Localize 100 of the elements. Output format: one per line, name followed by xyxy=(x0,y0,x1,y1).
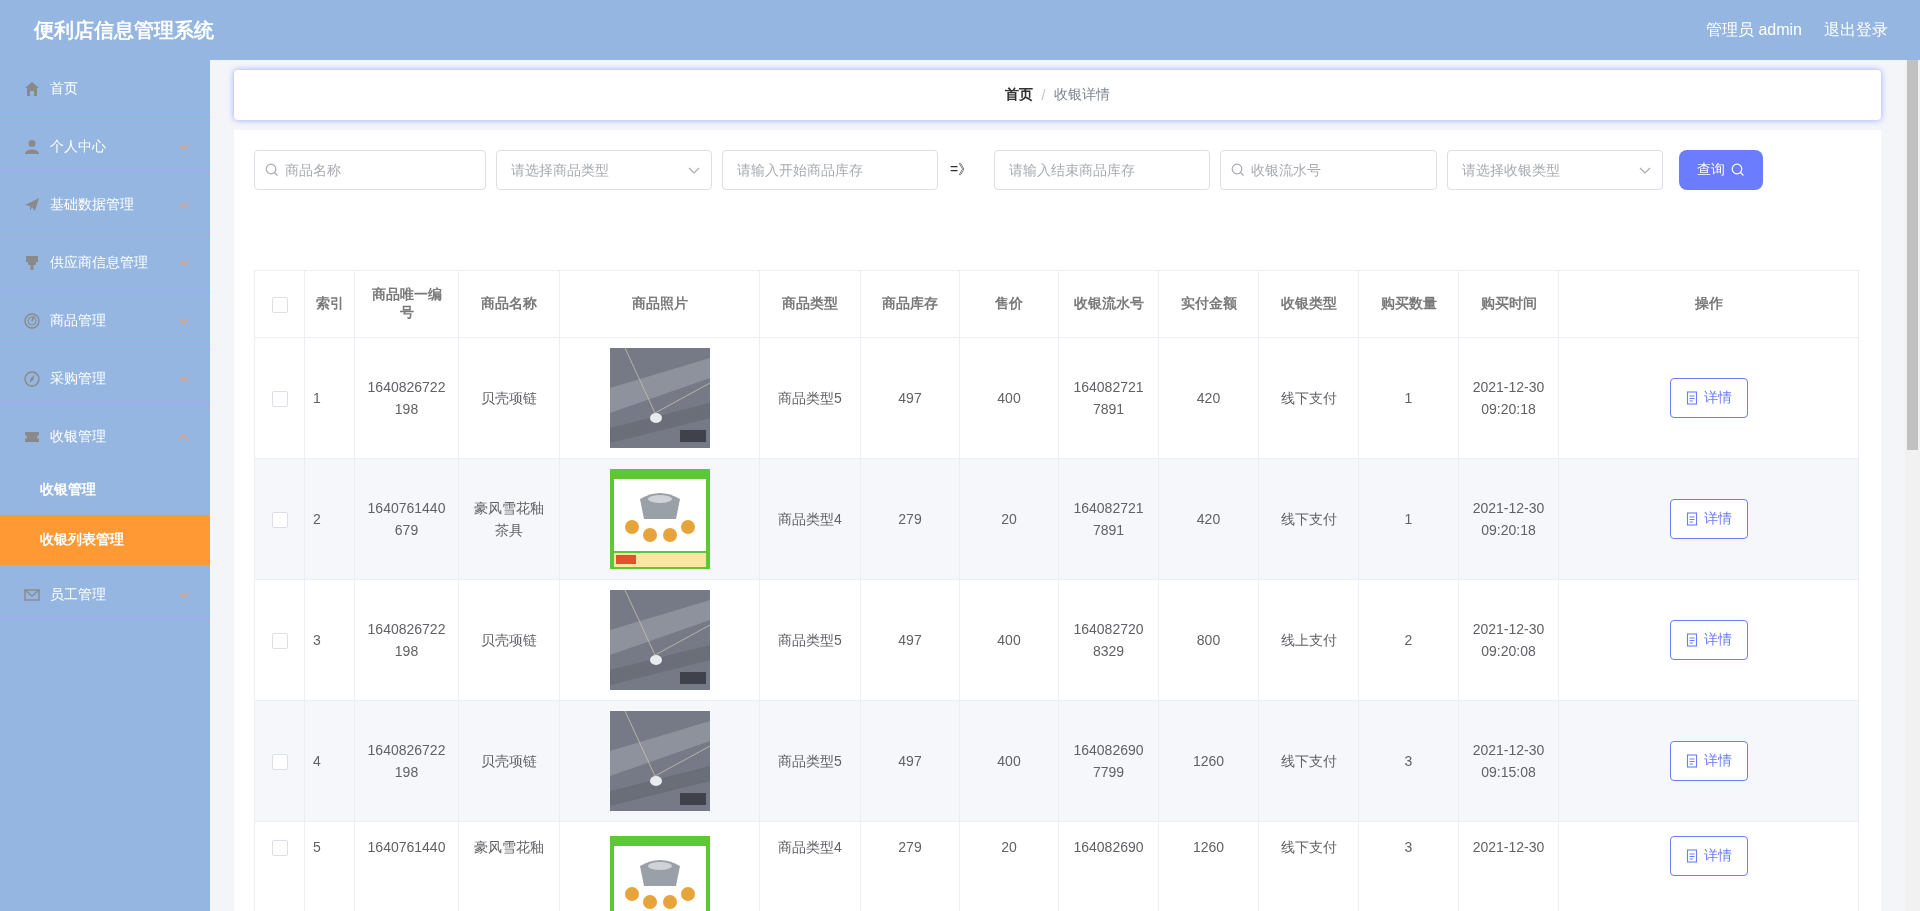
table-cell-text: 420 xyxy=(1196,510,1221,529)
search-field[interactable]: 商品名称 xyxy=(254,150,486,190)
search-icon xyxy=(1231,163,1246,177)
table-cell-text: 2021-12-30 09:15:08 xyxy=(1471,741,1546,782)
sidebar-item[interactable]: 首页 xyxy=(0,60,210,118)
details-button[interactable]: 详情 xyxy=(1669,741,1748,781)
select-all-checkbox[interactable] xyxy=(271,296,288,313)
search-icon xyxy=(265,163,279,177)
table-cell-text: 豪风雪花釉茶具 xyxy=(474,499,544,540)
document-icon xyxy=(1685,633,1698,647)
column-header: 索引 xyxy=(315,295,344,313)
column-header: 商品类型 xyxy=(782,295,838,313)
table-cell-text: 豪风雪花釉 xyxy=(474,838,544,857)
details-button[interactable]: 详情 xyxy=(1669,620,1748,660)
search-field[interactable]: 收银流水号 xyxy=(1220,150,1438,190)
input-field[interactable]: 请输入结束商品库存 xyxy=(994,150,1211,190)
table-cell-text: 线下支付 xyxy=(1280,752,1337,771)
row-checkbox[interactable] xyxy=(271,840,288,857)
table-cell-text: 3 xyxy=(1404,838,1413,857)
input-field[interactable]: 请输入开始商品库存 xyxy=(722,150,938,190)
table-cell-text: 400 xyxy=(997,752,1021,771)
document-icon xyxy=(1685,391,1698,405)
sidebar-item[interactable]: 商品管理 xyxy=(0,292,210,350)
column-header: 售价 xyxy=(995,295,1023,313)
table-cell-text: 线下支付 xyxy=(1280,389,1337,408)
table-cell-text: 2 xyxy=(313,510,321,529)
breadcrumb-link[interactable]: 首页 xyxy=(1004,86,1033,104)
table-cell-text: 1260 xyxy=(1192,752,1225,771)
query-button[interactable]: 查询 xyxy=(1679,150,1764,190)
table-cell-text: 1640826722198 xyxy=(366,741,447,782)
table-cell-text: 497 xyxy=(898,752,922,771)
sidebar-item[interactable]: 供应商信息管理 xyxy=(0,234,210,292)
sidebar-item[interactable]: 采购管理 xyxy=(0,350,210,408)
table-cell-text: 1 xyxy=(1404,389,1413,408)
table-cell-text: 线上支付 xyxy=(1280,631,1337,650)
sidebar-subitem[interactable]: 收银管理 xyxy=(0,465,210,515)
row-checkbox[interactable] xyxy=(271,391,288,408)
table-cell-text: 4 xyxy=(313,752,321,771)
column-header: 购买数量 xyxy=(1380,295,1437,313)
compass-icon xyxy=(24,370,40,387)
breadcrumb-separator: / xyxy=(1041,87,1046,103)
select-field[interactable]: 请选择收银类型 xyxy=(1447,150,1664,190)
table-cell-text: 商品类型5 xyxy=(778,752,842,771)
table-cell-text: 线下支付 xyxy=(1280,838,1337,857)
table-cell-text: 商品类型5 xyxy=(778,631,842,650)
scrollbar[interactable] xyxy=(1905,60,1920,911)
table-cell-text: 2021-12-30 09:20:08 xyxy=(1471,620,1546,661)
table-cell-text: 800 xyxy=(1196,631,1221,650)
table-cell-text: 2 xyxy=(1404,631,1413,650)
table-cell-text: 1640761440679 xyxy=(366,499,447,540)
paper-plane-icon xyxy=(24,196,40,213)
details-button[interactable]: 详情 xyxy=(1669,378,1748,418)
row-checkbox[interactable] xyxy=(271,512,288,529)
user-icon xyxy=(24,138,40,155)
breadcrumb-current: 收银详情 xyxy=(1054,86,1111,104)
table-cell-text: 1640827217891 xyxy=(1072,499,1145,540)
table-cell-text: 贝壳项链 xyxy=(481,752,537,771)
gauge-icon xyxy=(24,312,40,329)
table-cell-text: 20 xyxy=(1001,838,1017,857)
table-cell-text: 1640827208329 xyxy=(1072,620,1145,661)
row-checkbox[interactable] xyxy=(271,633,288,650)
sidebar-subitem[interactable]: 收银列表管理 xyxy=(0,515,210,565)
table-cell-text: 贝壳项链 xyxy=(481,631,537,650)
document-icon xyxy=(1685,512,1698,526)
column-header: 商品照片 xyxy=(631,295,688,313)
table-cell-text: 420 xyxy=(1196,389,1221,408)
table-cell-text: 279 xyxy=(898,838,922,857)
sidebar-item[interactable]: 员工管理 xyxy=(0,566,210,624)
row-checkbox[interactable] xyxy=(271,754,288,771)
details-button[interactable]: 详情 xyxy=(1669,836,1748,876)
sidebar-item[interactable]: 个人中心 xyxy=(0,118,210,176)
table-cell-text: 1640826722198 xyxy=(366,378,447,419)
table-cell-text: 164082690 xyxy=(1073,838,1144,857)
table-cell-text: 1640826907799 xyxy=(1072,741,1145,782)
sidebar-item[interactable]: 基础数据管理 xyxy=(0,176,210,234)
document-icon xyxy=(1685,754,1698,768)
column-header: 购买时间 xyxy=(1480,295,1537,313)
document-icon xyxy=(1685,849,1698,863)
column-header: 收银流水号 xyxy=(1073,295,1144,313)
table-cell-text: 497 xyxy=(898,389,922,408)
sidebar-item[interactable]: 收银管理 xyxy=(0,408,210,465)
range-separator: =》 xyxy=(949,161,974,179)
table-cell-text: 400 xyxy=(997,389,1021,408)
column-header: 操作 xyxy=(1694,295,1723,313)
home-icon xyxy=(24,80,40,97)
table-cell-text: 3 xyxy=(1404,752,1413,771)
app-title: 便利店信息管理系统 xyxy=(34,17,214,43)
table-cell-text: 1 xyxy=(1404,510,1413,529)
table-cell-text: 3 xyxy=(313,631,321,650)
table-cell-text: 2021-12-30 xyxy=(1472,838,1545,857)
details-button[interactable]: 详情 xyxy=(1669,499,1748,539)
column-header: 商品唯一编号 xyxy=(371,286,442,322)
table-cell-text: 商品类型4 xyxy=(778,838,842,857)
user-label: 管理员 admin xyxy=(1705,19,1802,40)
logout-link[interactable]: 退出登录 xyxy=(1824,19,1888,41)
table-cell-text: 20 xyxy=(1001,510,1017,529)
table-cell-text: 400 xyxy=(997,631,1021,650)
column-header: 实付金额 xyxy=(1180,295,1237,313)
table-cell-text: 线下支付 xyxy=(1280,510,1337,529)
select-field[interactable]: 请选择商品类型 xyxy=(496,150,712,190)
